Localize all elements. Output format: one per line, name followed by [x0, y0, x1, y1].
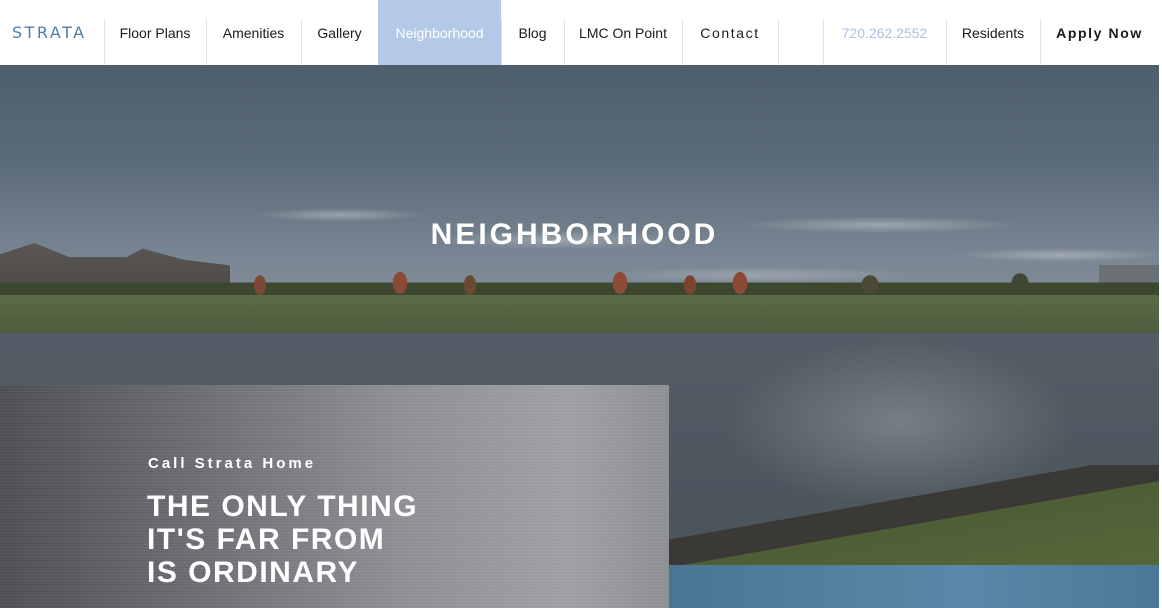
- apply-now-button[interactable]: Apply Now: [1040, 0, 1162, 65]
- top-navigation: STRATA Floor Plans Amenities Gallery Nei…: [0, 0, 1162, 65]
- nav-item-lmc-on-point[interactable]: LMC On Point: [564, 0, 682, 65]
- page-title: NEIGHBORHOOD: [430, 218, 719, 251]
- nav-item-phone[interactable]: 720.262.2552: [823, 0, 946, 65]
- intro-headline: THE ONLY THING IT'S FAR FROM IS ORDINARY: [147, 490, 418, 589]
- nav-item-contact[interactable]: Contact: [682, 0, 778, 65]
- hero-grass: [0, 295, 1159, 335]
- headline-line-3: IS ORDINARY: [147, 556, 360, 589]
- nav-item-gallery[interactable]: Gallery: [301, 0, 378, 65]
- nav-item-blank[interactable]: [778, 0, 823, 65]
- strata-logo[interactable]: STRATA: [0, 0, 104, 65]
- nav-item-blog[interactable]: Blog: [501, 0, 564, 65]
- hero-bottom-strip: [669, 565, 1159, 608]
- headline-line-1: THE ONLY THING: [147, 490, 419, 523]
- nav-item-amenities[interactable]: Amenities: [206, 0, 301, 65]
- nav-item-neighborhood[interactable]: Neighborhood: [378, 0, 501, 65]
- hero-shore: [669, 465, 1159, 565]
- intro-panel: Call Strata Home THE ONLY THING IT'S FAR…: [0, 385, 669, 608]
- headline-line-2: IT'S FAR FROM: [147, 523, 386, 556]
- nav-item-residents[interactable]: Residents: [946, 0, 1040, 65]
- intro-kicker: Call Strata Home: [148, 455, 317, 472]
- nav-item-floor-plans[interactable]: Floor Plans: [104, 0, 206, 65]
